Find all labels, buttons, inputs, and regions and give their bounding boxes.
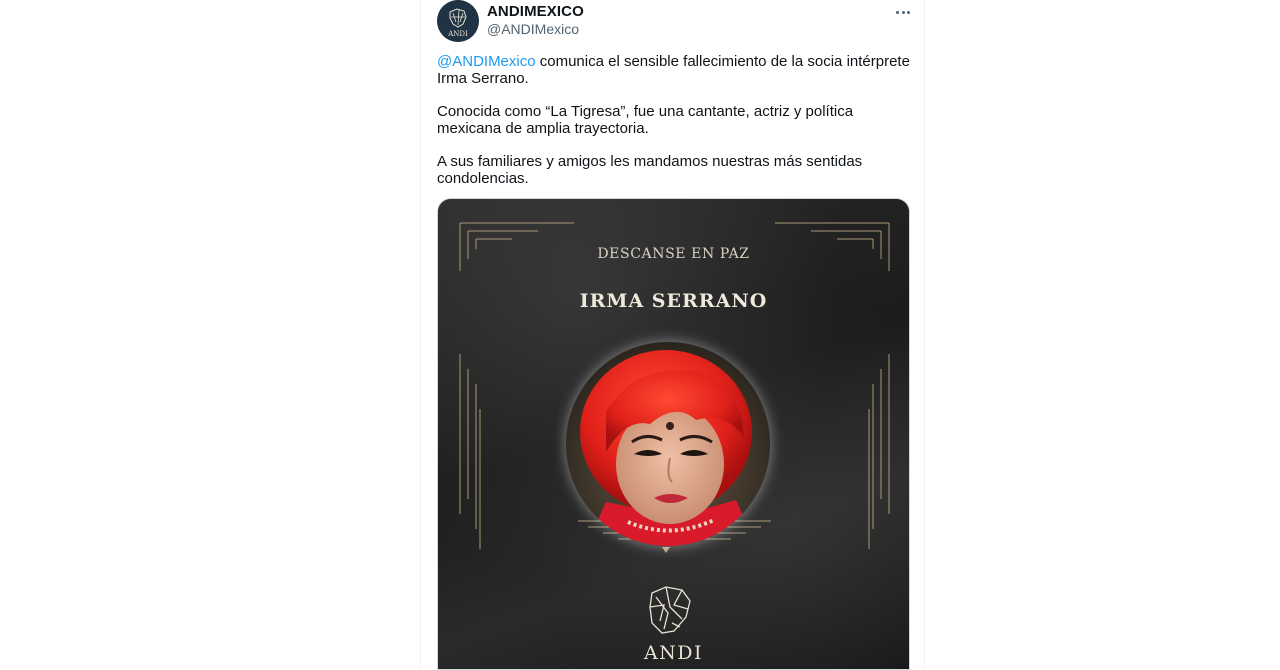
tweet[interactable]: ANDI ANDIMEXICO @ANDIMexico @ANDIMexico … [420,0,925,670]
ornament-arrow-icon [662,547,670,553]
rip-caption: DESCANSE EN PAZ [597,246,750,262]
mention-link[interactable]: @ANDIMexico [437,53,536,70]
tweet-media-image[interactable]: DESCANSE EN PAZ IRMA SERRANO ANDI [437,198,910,670]
avatar-text: ANDI [447,30,468,38]
author-handle[interactable]: @ANDIMexico [487,21,579,37]
page: ANDI ANDIMEXICO @ANDIMexico @ANDIMexico … [0,0,1280,670]
tweet-text: @ANDIMexico comunica el sensible falleci… [437,53,917,203]
andi-logo-icon [649,586,691,634]
brand-text: ANDI [643,642,704,664]
tweet-paragraph-3: A sus familiares y amigos les mandamos n… [437,153,863,187]
tweet-paragraph-1: @ANDIMexico comunica el sensible falleci… [437,53,917,87]
portrait-photo [566,342,770,546]
tweet-paragraph-2: Conocida como “La Tigresa”, fue una cant… [437,103,854,137]
avatar[interactable]: ANDI [437,0,479,42]
more-options-icon[interactable] [891,2,915,22]
andi-avatar-logo-icon: ANDI [437,0,479,42]
author-name[interactable]: ANDIMEXICO [487,3,584,20]
person-name: IRMA SERRANO [579,290,768,312]
